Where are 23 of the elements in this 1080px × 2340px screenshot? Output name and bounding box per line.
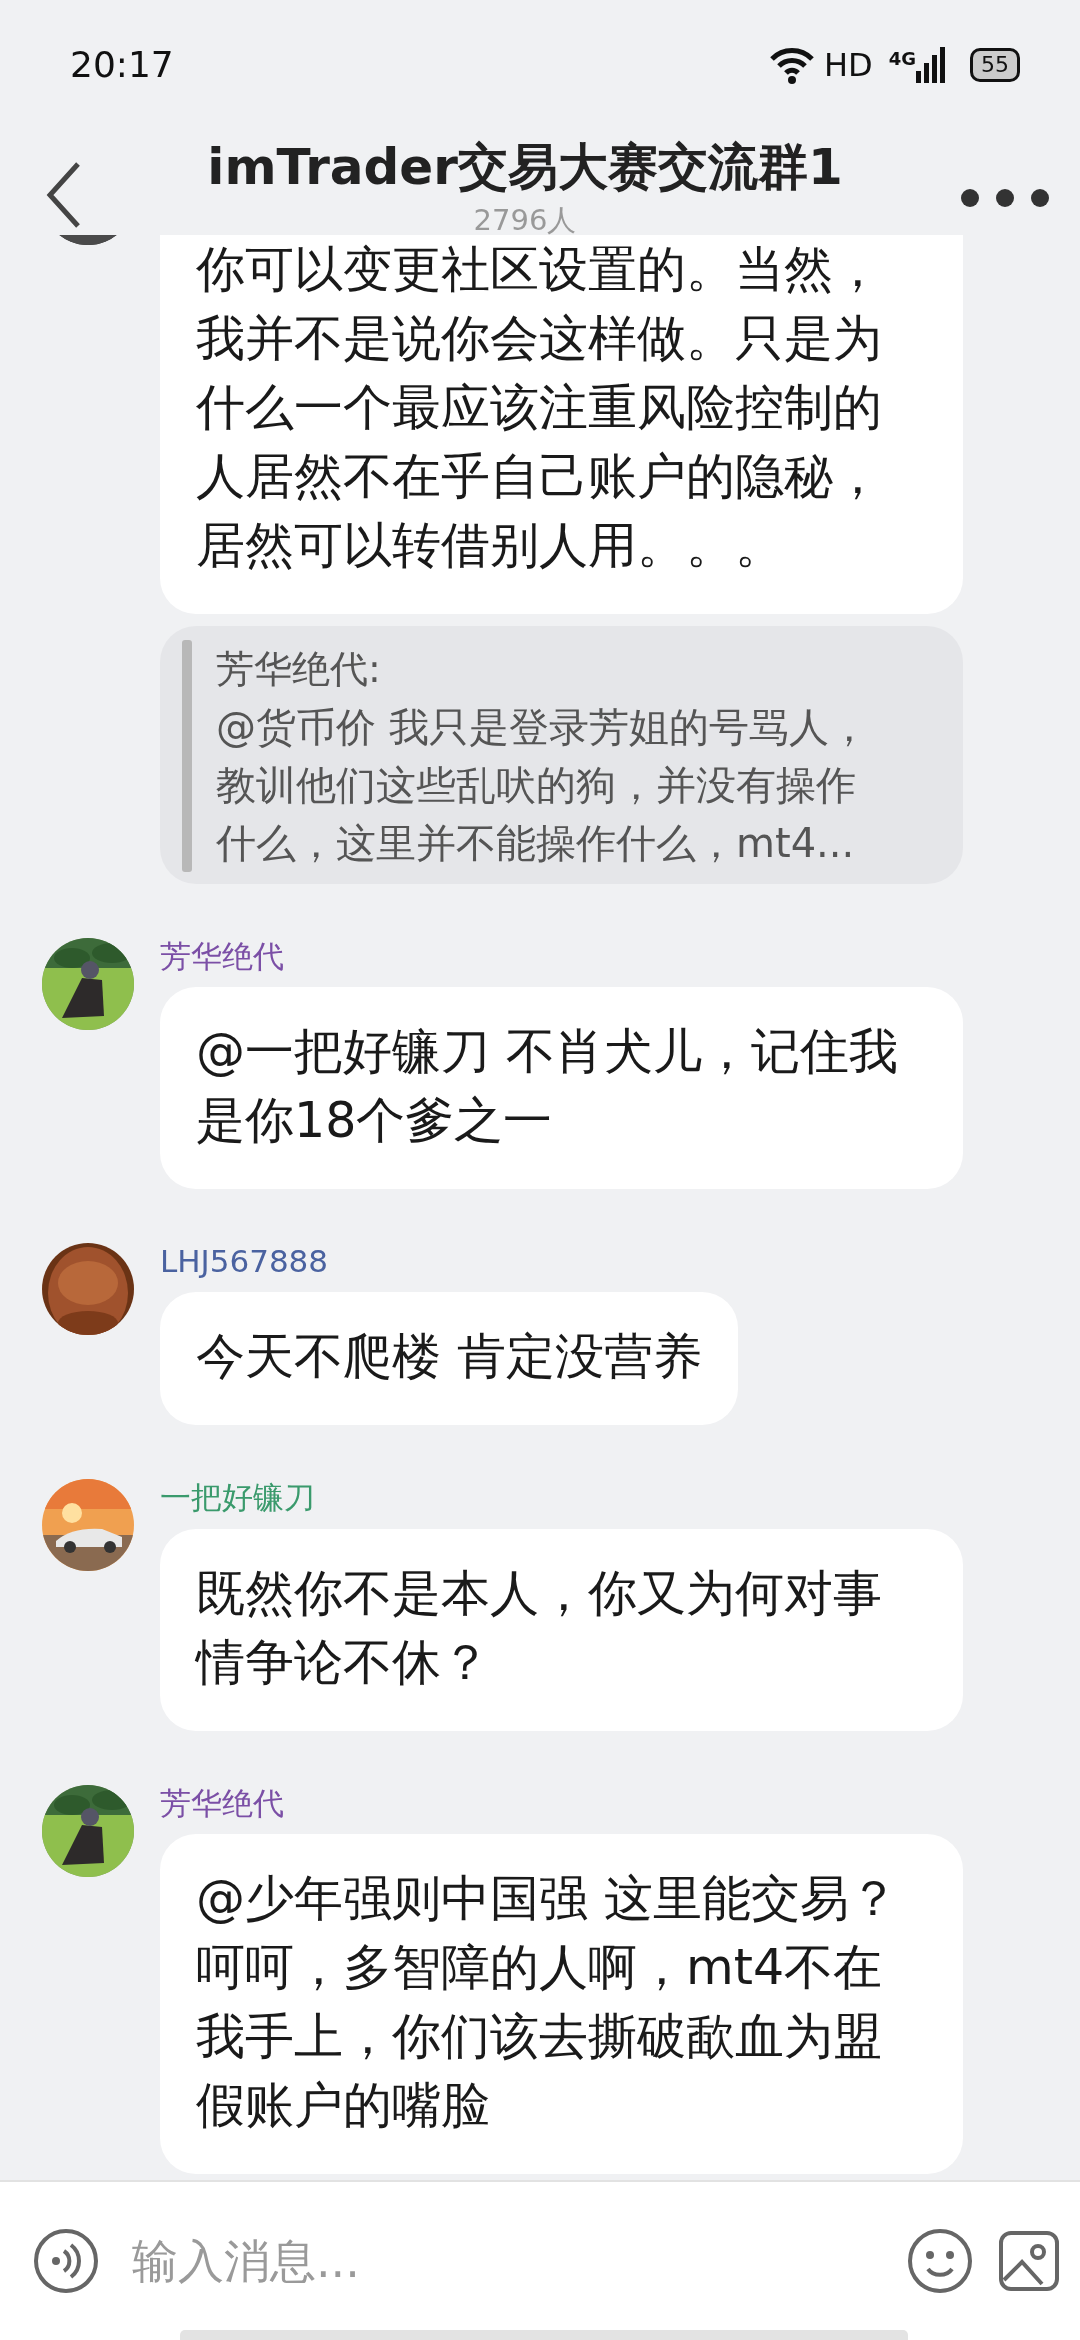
message-bubble: 既然你不是本人，你又为何对事情争论不休？ — [160, 1528, 963, 1731]
message-bubble: 今天不爬楼 肯定没营养 — [160, 1292, 738, 1426]
sender-name: 芳华绝代 — [160, 938, 284, 976]
message-input-bar[interactable]: 输入消息... — [0, 2180, 1080, 2340]
sender-name: 芳华绝代 — [160, 1784, 284, 1822]
wifi-icon — [768, 45, 816, 85]
quote-text: @货币价 我只是登录芳姐的号骂人，教训他们这些乱吠的狗，并没有操作什么，这里并不能操作什么，mt4... — [216, 703, 870, 868]
voice-icon[interactable] — [32, 2227, 100, 2295]
more-icon[interactable] — [960, 188, 1050, 208]
hd-label: HD — [824, 45, 873, 86]
message-bubble: 你可以变更社区设置的。当然，我并不是说你会这样做。只是为什么一个最应该注重风险控制的人居然不在乎自己账户的隐秘，居然可以转借别人用。。。 — [160, 235, 963, 614]
emoji-icon[interactable] — [906, 2227, 974, 2295]
sender-name: 一把好镰刀 — [160, 1479, 315, 1517]
quote-author: 芳华绝代: — [216, 646, 382, 693]
message-bubble: @一把好镰刀 不肖犬儿，记住我是你18个爹之一 — [160, 987, 963, 1190]
chat-title: imTrader交易大赛交流群1 — [207, 140, 843, 195]
image-icon[interactable] — [998, 2230, 1060, 2292]
battery-icon: 55 — [970, 48, 1020, 82]
message-bubble: @少年强则中国强 这里能交易？呵呵，多智障的人啊，mt4不在我手上，你们该去撕破歃血为盟假账户的嘴脸 — [160, 1833, 963, 2174]
clock: 20:17 — [70, 43, 174, 87]
signal-icon — [916, 45, 946, 85]
sender-name: LHJ567888 — [160, 1243, 329, 1281]
network-label: 4G — [888, 46, 916, 71]
